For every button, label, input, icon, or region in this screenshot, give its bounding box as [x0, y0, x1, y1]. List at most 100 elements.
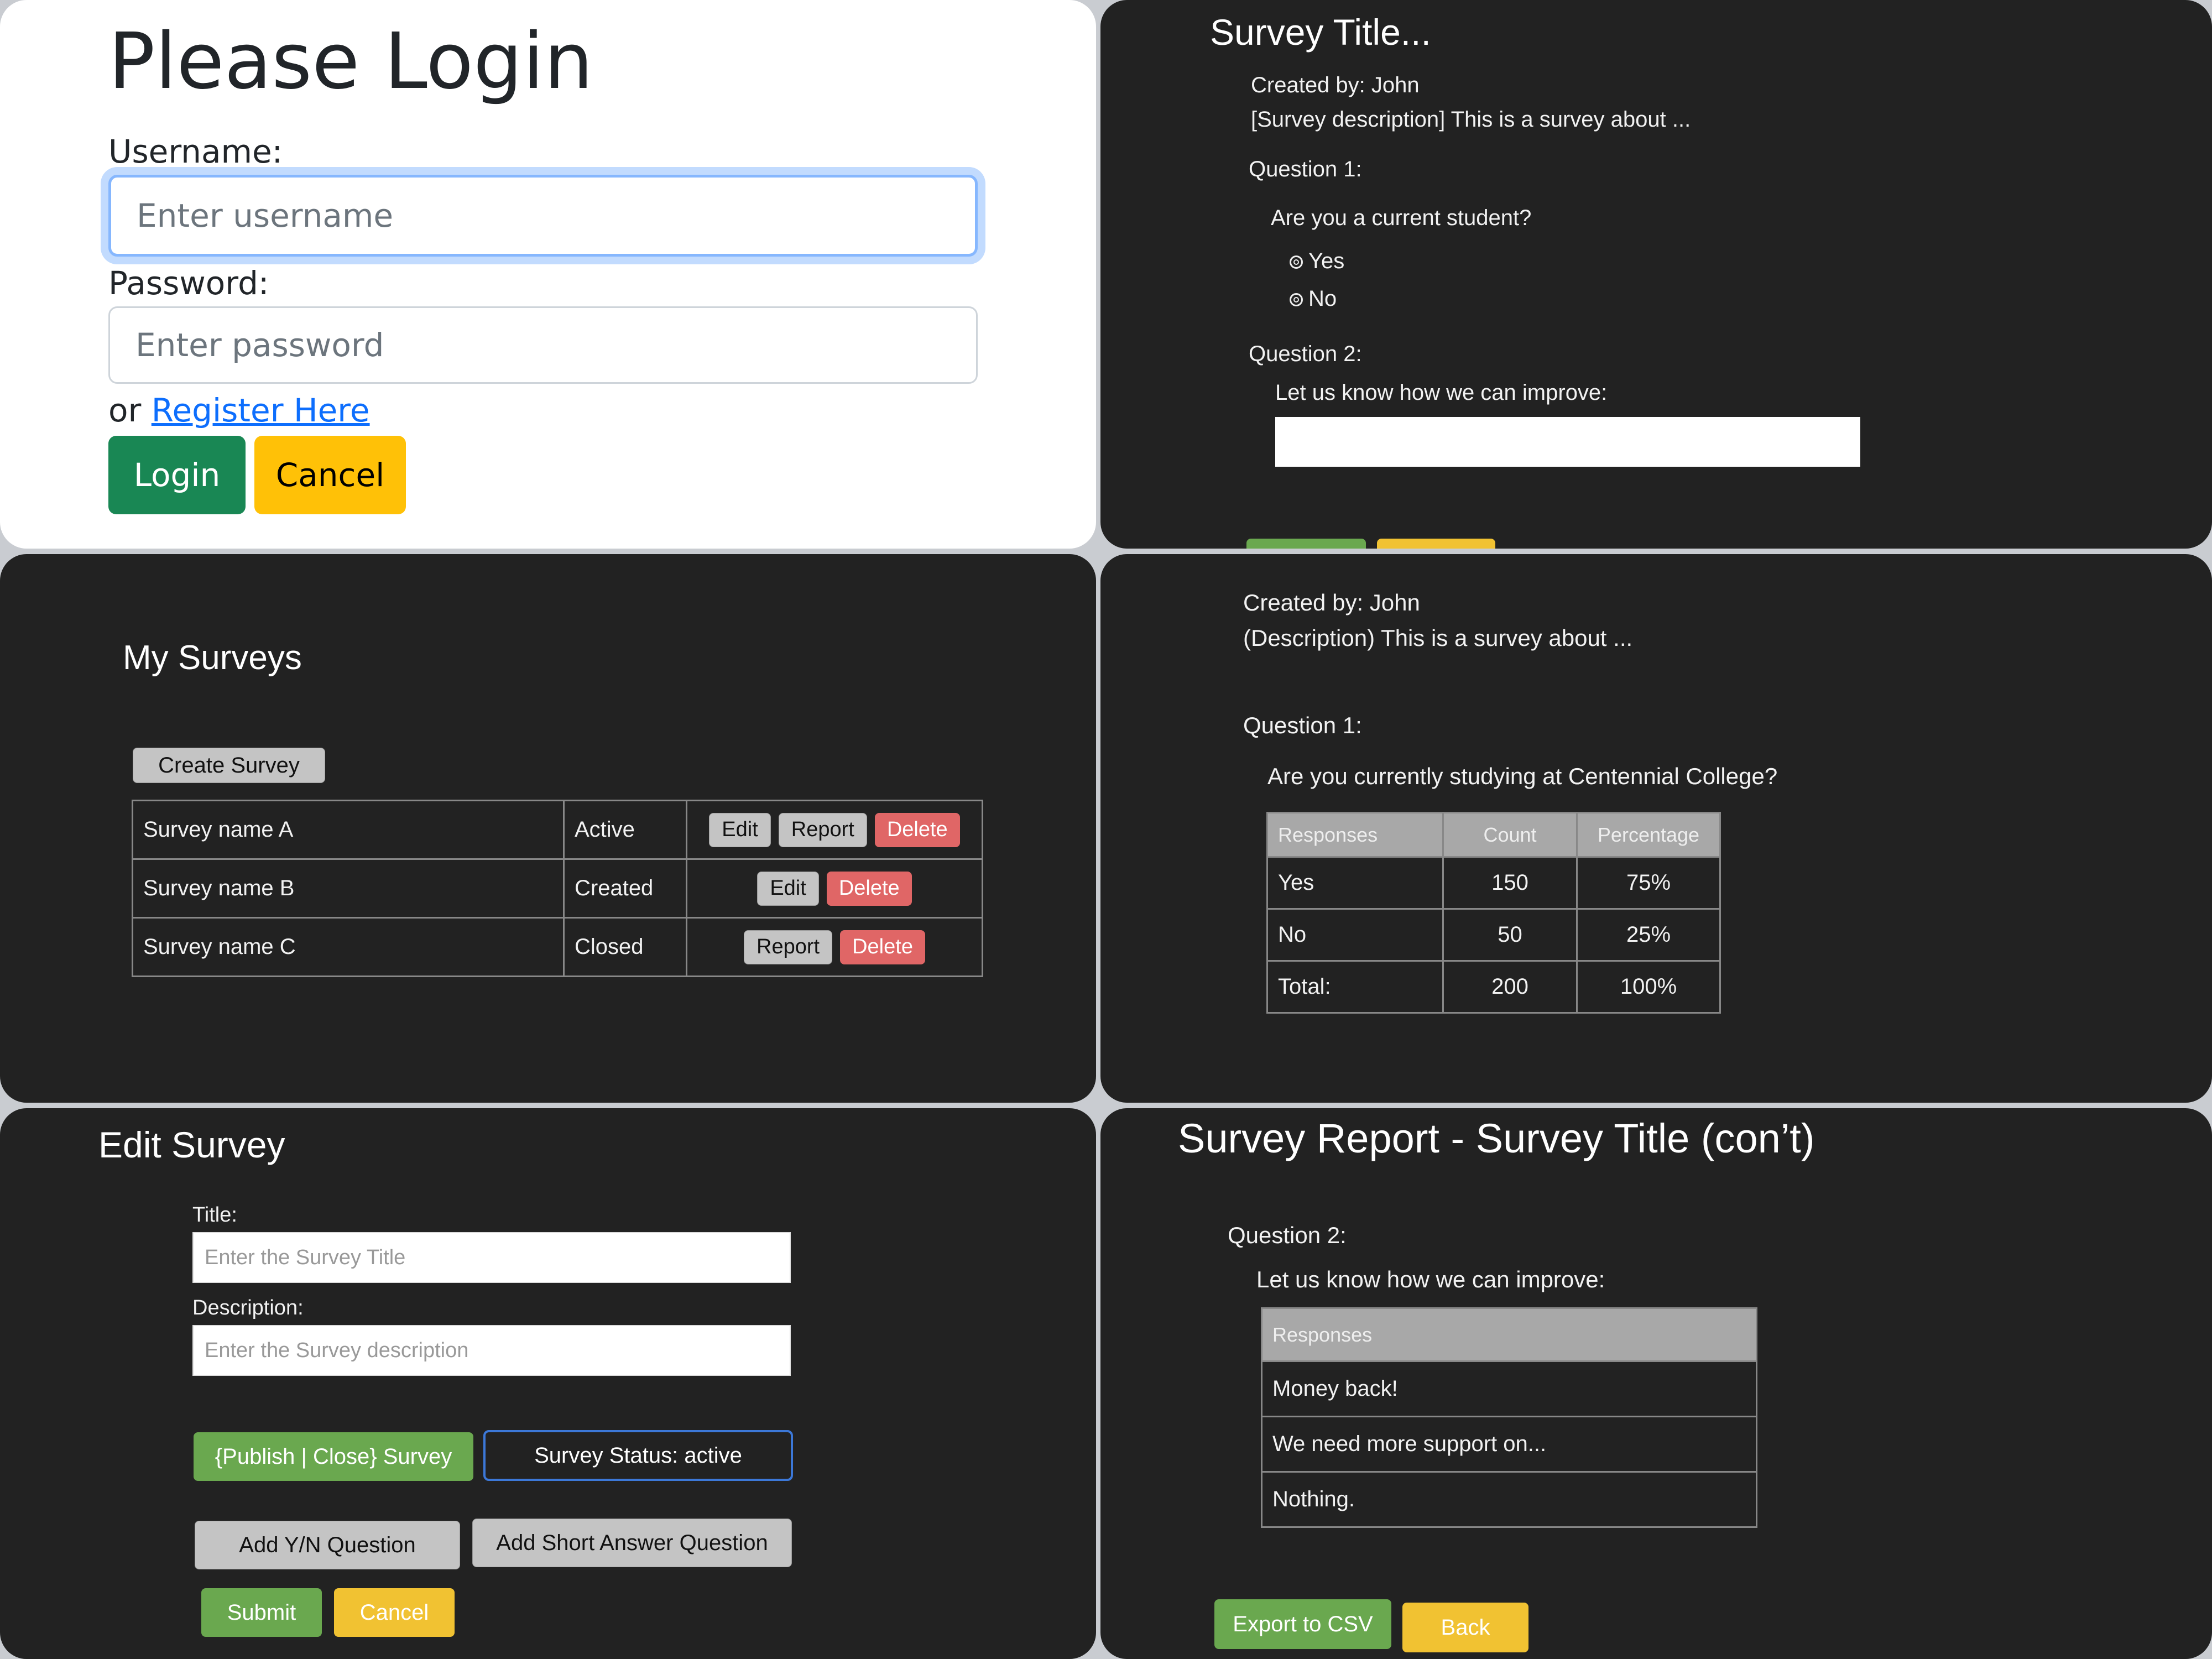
survey-status: Created — [563, 858, 687, 919]
page-title: Please Login — [108, 17, 593, 107]
column-header: Percentage — [1576, 812, 1721, 858]
response-cell: No — [1266, 908, 1444, 962]
edit-survey-panel: Edit Survey Title: Enter the Survey Titl… — [0, 1108, 1096, 1659]
login-panel: Please Login Username: Password: or Regi… — [0, 0, 1096, 549]
publish-close-button[interactable]: {Publish | Close} Survey — [194, 1432, 473, 1481]
delete-button[interactable]: Delete — [874, 812, 960, 847]
question-1-text: Are you currently studying at Centennial… — [1267, 763, 1778, 789]
password-label: Password: — [108, 264, 269, 302]
response-cell: Yes — [1266, 856, 1444, 910]
option-no[interactable]: No — [1290, 286, 1337, 311]
question-2-label: Question 2: — [1249, 342, 1362, 366]
username-input[interactable] — [108, 175, 978, 257]
edit-button[interactable]: Edit — [757, 871, 819, 906]
register-link[interactable]: Register Here — [152, 392, 370, 429]
count-cell: 200 — [1442, 960, 1578, 1014]
count-cell: 150 — [1442, 856, 1578, 910]
survey-name: Survey name B — [132, 858, 565, 919]
page-title: Edit Survey — [98, 1124, 285, 1165]
radio-icon[interactable] — [1290, 255, 1303, 269]
report-title: Survey Report - Survey Title (con’t) — [1178, 1115, 1815, 1161]
question-1-label: Question 1: — [1243, 712, 1362, 738]
responses-table: Responses Money back! We need more suppo… — [1261, 1307, 1757, 1528]
survey-status: Closed — [563, 917, 687, 977]
response-cell: Money back! — [1261, 1360, 1757, 1417]
survey-name: Survey name A — [132, 800, 565, 860]
response-cell: We need more support on... — [1261, 1416, 1757, 1473]
survey-description: (Description) This is a survey about ... — [1243, 625, 1633, 651]
table-row: Survey name C Closed Report Delete — [132, 917, 983, 977]
table-row: Total: 200 100% — [1266, 960, 1721, 1014]
question-1-text: Are you a current student? — [1271, 206, 1532, 230]
radio-icon[interactable] — [1290, 293, 1303, 307]
page-title: My Surveys — [123, 639, 302, 677]
report-button[interactable]: Report — [744, 930, 833, 964]
percentage-cell: 75% — [1576, 856, 1721, 910]
edit-button[interactable]: Edit — [709, 812, 771, 847]
survey-description: [Survey description] This is a survey ab… — [1251, 107, 1691, 132]
question-2-text: Let us know how we can improve: — [1256, 1266, 1605, 1292]
username-label: Username: — [108, 133, 283, 170]
or-text: or — [108, 392, 142, 429]
option-label: No — [1308, 286, 1337, 311]
table-row: We need more support on... — [1261, 1416, 1757, 1473]
percentage-cell: 25% — [1576, 908, 1721, 962]
created-by: Created by: John — [1243, 589, 1420, 615]
table-header-row: Responses — [1261, 1307, 1757, 1362]
surveys-table: Survey name A Active Edit Report Delete … — [132, 800, 983, 977]
actions-cell: Edit Delete — [686, 858, 983, 919]
answer-input[interactable] — [1275, 417, 1860, 467]
response-cell: Total: — [1266, 960, 1444, 1014]
cancel-button-partial[interactable] — [1377, 539, 1495, 549]
cancel-button[interactable]: Cancel — [334, 1588, 455, 1637]
title-input[interactable]: Enter the Survey Title — [192, 1232, 791, 1283]
table-row: Money back! — [1261, 1360, 1757, 1417]
count-cell: 50 — [1442, 908, 1578, 962]
back-button[interactable]: Back — [1402, 1603, 1528, 1652]
table-row: Survey name A Active Edit Report Delete — [132, 800, 983, 860]
survey-view-panel: Survey Title... Created by: John [Survey… — [1100, 0, 2212, 549]
column-header: Count — [1442, 812, 1578, 858]
response-cell: Nothing. — [1261, 1471, 1757, 1528]
actions-cell: Edit Report Delete — [686, 800, 983, 860]
add-short-answer-button[interactable]: Add Short Answer Question — [472, 1519, 792, 1567]
question-1-label: Question 1: — [1249, 157, 1362, 181]
add-yn-question-button[interactable]: Add Y/N Question — [195, 1521, 460, 1569]
percentage-cell: 100% — [1576, 960, 1721, 1014]
my-surveys-panel: My Surveys Create Survey Survey name A A… — [0, 554, 1096, 1103]
table-row: No 50 25% — [1266, 908, 1721, 962]
table-row: Yes 150 75% — [1266, 856, 1721, 910]
export-csv-button[interactable]: Export to CSV — [1214, 1599, 1391, 1649]
survey-title: Survey Title... — [1210, 12, 1431, 53]
login-button[interactable]: Login — [108, 436, 246, 514]
report-q1-panel: Created by: John (Description) This is a… — [1100, 554, 2212, 1103]
question-2-label: Question 2: — [1228, 1222, 1347, 1248]
column-header: Responses — [1261, 1307, 1757, 1362]
cancel-button[interactable]: Cancel — [254, 436, 406, 514]
option-label: Yes — [1308, 249, 1345, 273]
survey-name: Survey name C — [132, 917, 565, 977]
table-row: Nothing. — [1261, 1471, 1757, 1528]
register-line: or Register Here — [108, 392, 370, 429]
description-label: Description: — [192, 1296, 304, 1319]
question-2-text: Let us know how we can improve: — [1275, 380, 1608, 405]
survey-status: Active — [563, 800, 687, 860]
responses-table: Responses Count Percentage Yes 150 75% N… — [1266, 812, 1721, 1014]
table-header-row: Responses Count Percentage — [1266, 812, 1721, 858]
table-row: Survey name B Created Edit Delete — [132, 858, 983, 919]
option-yes[interactable]: Yes — [1290, 249, 1344, 274]
title-label: Title: — [192, 1203, 237, 1227]
delete-button[interactable]: Delete — [840, 930, 925, 964]
report-q2-panel: Survey Report - Survey Title (con’t) Que… — [1100, 1108, 2212, 1659]
description-input[interactable]: Enter the Survey description — [192, 1325, 791, 1376]
submit-button-partial[interactable] — [1246, 539, 1366, 549]
survey-status-box: Survey Status: active — [483, 1430, 793, 1481]
created-by: Created by: John — [1251, 73, 1420, 97]
password-input[interactable] — [108, 306, 978, 384]
delete-button[interactable]: Delete — [826, 871, 912, 906]
report-button[interactable]: Report — [778, 812, 867, 847]
submit-button[interactable]: Submit — [201, 1588, 322, 1637]
column-header: Responses — [1266, 812, 1444, 858]
create-survey-button[interactable]: Create Survey — [133, 748, 325, 783]
actions-cell: Report Delete — [686, 917, 983, 977]
